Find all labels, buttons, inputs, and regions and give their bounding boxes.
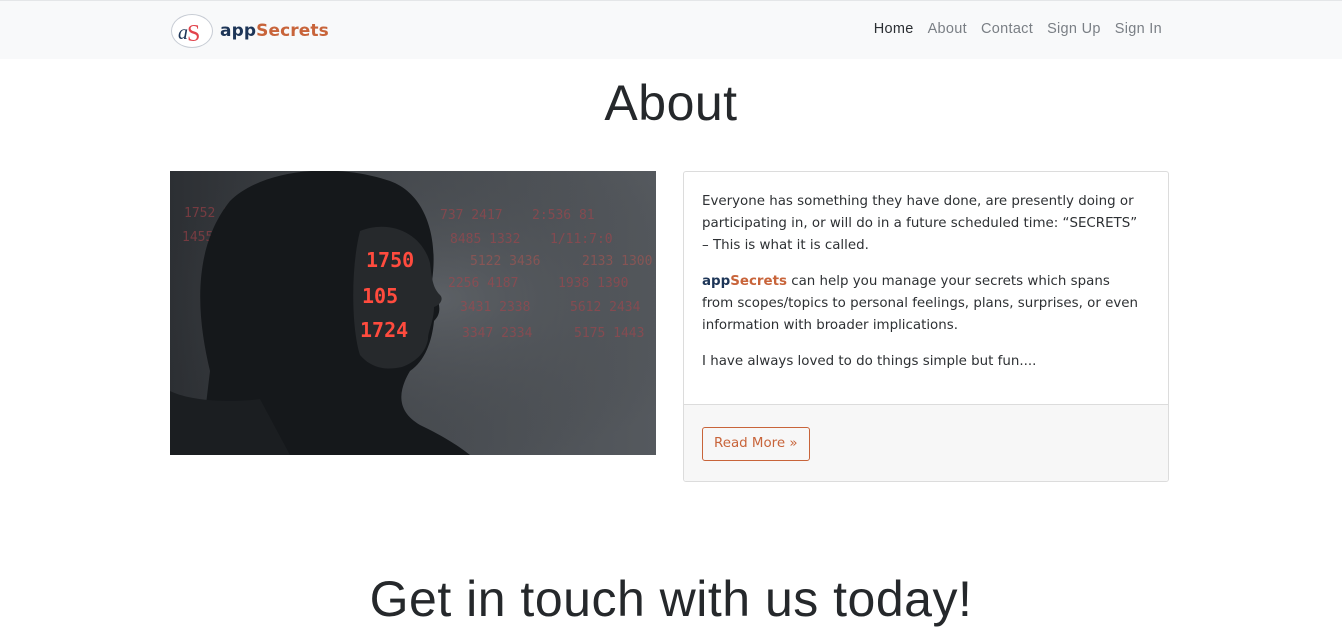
svg-text:105: 105 — [362, 284, 398, 308]
read-more-button[interactable]: Read More » — [702, 427, 810, 461]
nav-menu: Home About Contact Sign Up Sign In — [860, 21, 1162, 37]
nav-link-about[interactable]: About — [928, 21, 967, 37]
svg-text:3431 2338: 3431 2338 — [460, 300, 530, 315]
about-card-body: Everyone has something they have done, a… — [702, 191, 1142, 387]
contact-title: Get in touch with us today! — [369, 571, 973, 627]
nav-link-contact[interactable]: Contact — [981, 21, 1033, 37]
navbar: a S appSecrets Home About Contact Sign U… — [0, 0, 1342, 59]
about-title: About — [604, 75, 738, 131]
svg-text:2133 1300: 2133 1300 — [582, 254, 652, 269]
brand-app-text: app — [220, 21, 257, 41]
svg-text:5612 2434: 5612 2434 — [570, 300, 641, 315]
svg-text:2256 4187: 2256 4187 — [448, 276, 518, 291]
svg-text:5175 1443: 5175 1443 — [574, 326, 644, 341]
nav-link-sign-in[interactable]: Sign In — [1115, 21, 1162, 37]
about-brand-secrets: Secrets — [730, 274, 787, 289]
brand-secrets-text: Secrets — [256, 21, 329, 41]
about-paragraph-3: I have always loved to do things simple … — [702, 354, 1037, 369]
svg-text:1/11:7:0: 1/11:7:0 — [550, 232, 613, 247]
logo-icon: a S — [171, 14, 213, 48]
svg-text:8485 1332: 8485 1332 — [450, 232, 520, 247]
brand-name: appSecrets — [220, 21, 329, 41]
about-hero-image: 737 2417 2:536 81 8485 1332 1/11:7:0 2256 … — [170, 171, 656, 455]
svg-text:3347 2334: 3347 2334 — [462, 326, 533, 341]
svg-text:5122 3436: 5122 3436 — [470, 254, 540, 269]
svg-text:1724: 1724 — [360, 318, 408, 342]
about-paragraph-2: appSecrets can help you manage your secr… — [702, 271, 1142, 337]
about-card-footer: Read More » — [684, 404, 1168, 481]
nav-link-home[interactable]: Home — [874, 21, 914, 37]
svg-text:2:536 81: 2:536 81 — [532, 208, 595, 223]
about-card: Everyone has something they have done, a… — [683, 171, 1169, 482]
svg-text:1938 1390: 1938 1390 — [558, 276, 628, 291]
about-brand-app: app — [702, 274, 731, 289]
svg-text:S: S — [187, 21, 200, 47]
svg-text:737 2417: 737 2417 — [440, 208, 503, 223]
nav-link-sign-up[interactable]: Sign Up — [1047, 21, 1101, 37]
svg-text:1750: 1750 — [366, 248, 414, 272]
brand-logo[interactable]: a S appSecrets — [171, 13, 329, 49]
about-paragraph-1: Everyone has something they have done, a… — [702, 194, 1138, 253]
